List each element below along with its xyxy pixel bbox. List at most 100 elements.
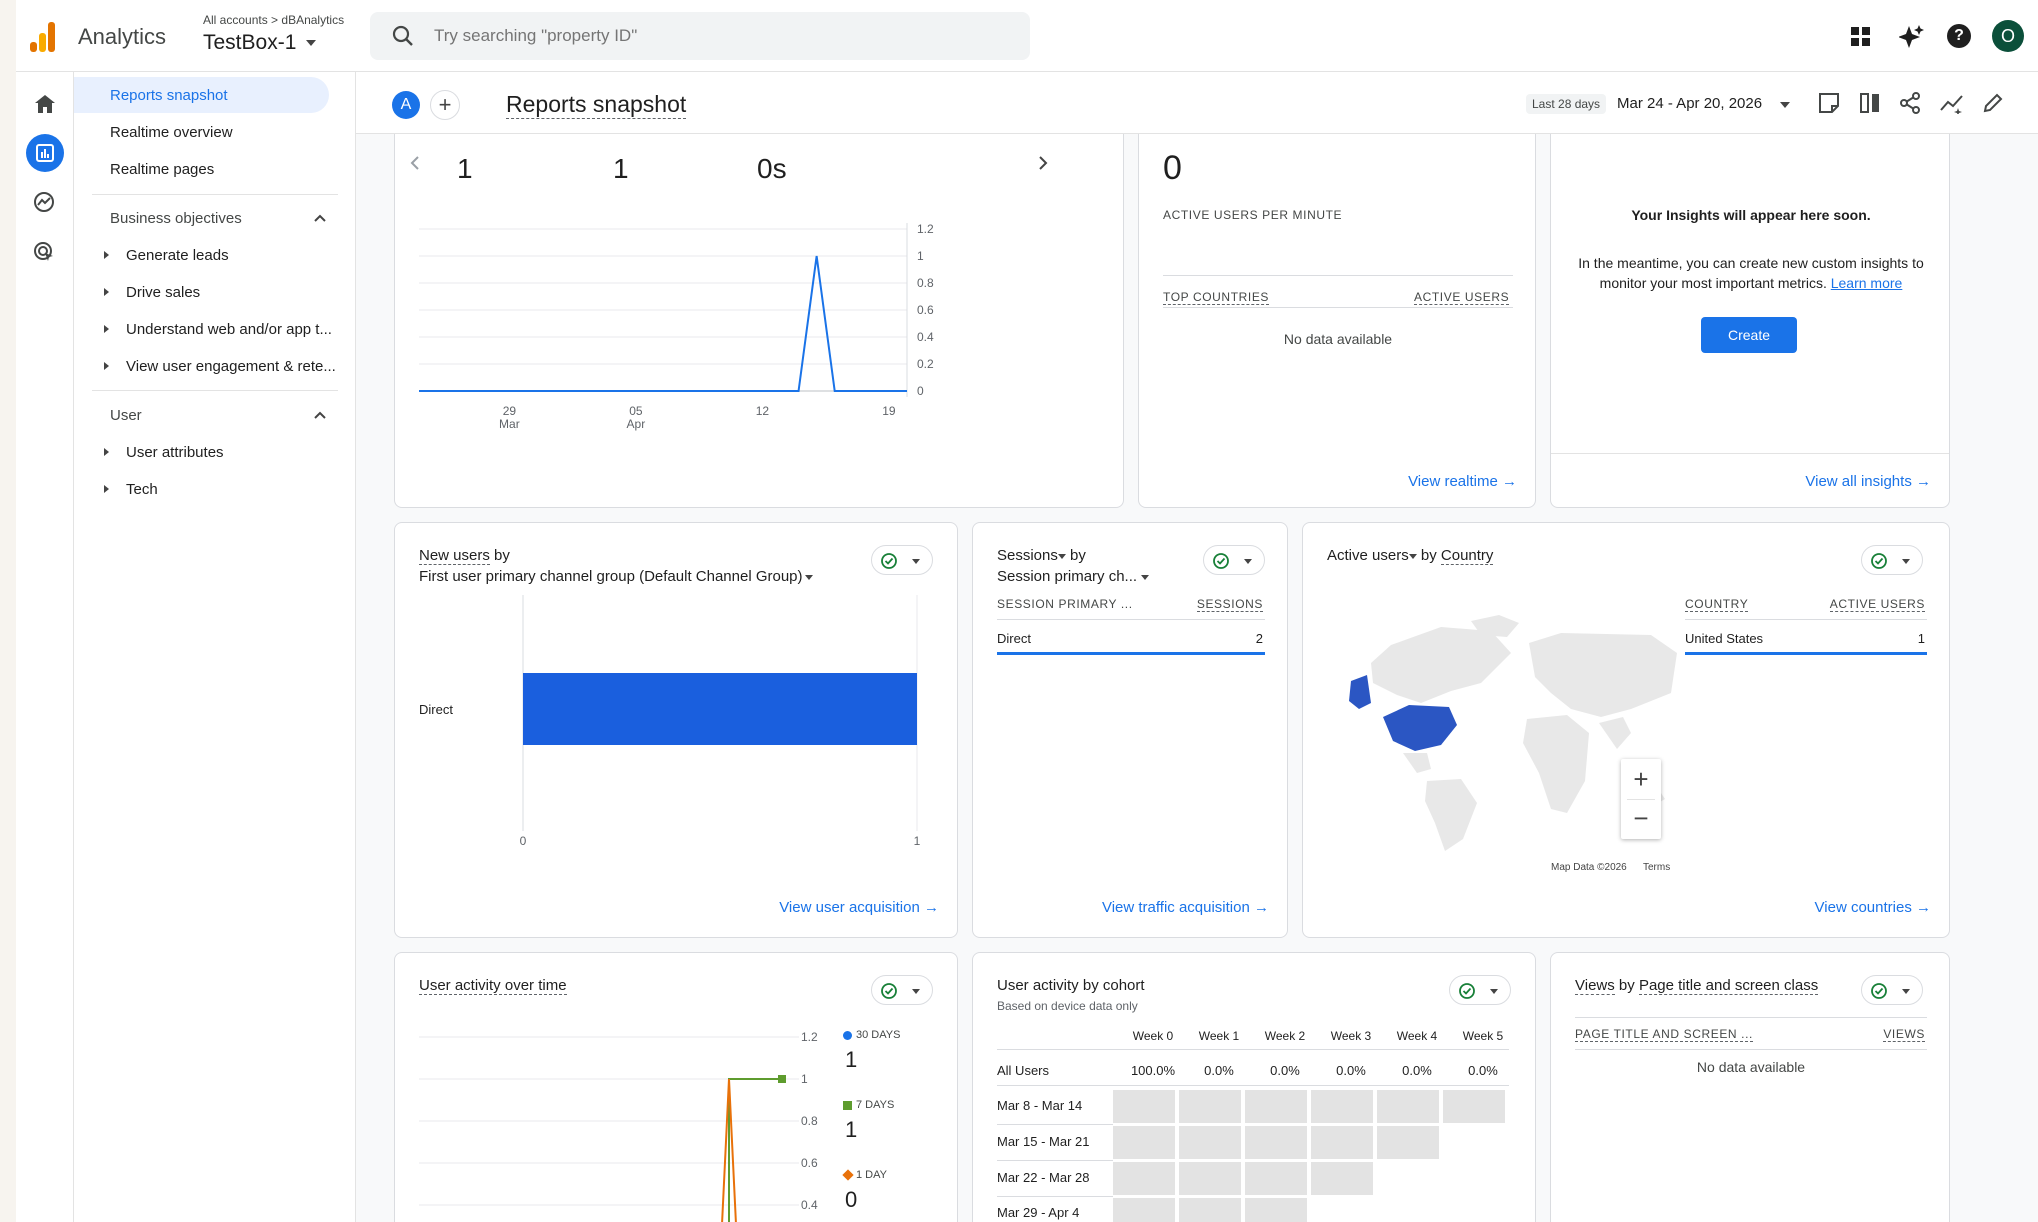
advertising-icon[interactable] — [33, 241, 55, 263]
nav-item-label[interactable]: Reports snapshot — [110, 87, 228, 104]
date-range-dropdown-icon[interactable] — [1780, 102, 1790, 108]
row-label: Mar 15 - Mar 21 — [997, 1134, 1090, 1149]
link-text[interactable]: View countries — [1815, 899, 1912, 916]
sessions-title[interactable]: Sessions by — [997, 547, 1086, 564]
cohort-cell[interactable] — [1311, 1126, 1373, 1159]
top-countries-header[interactable]: TOP COUNTRIES — [1163, 290, 1270, 305]
section-business-objectives[interactable]: Business objectives — [110, 210, 242, 227]
nav-item-user-attributes[interactable]: User attributes — [126, 444, 224, 461]
edit-pencil-icon[interactable] — [1982, 92, 2004, 114]
link-text[interactable]: View traffic acquisition — [1102, 899, 1250, 916]
avatar[interactable]: O — [1992, 20, 2024, 52]
column-header-views[interactable]: VIEWS — [1883, 1027, 1925, 1042]
cohort-cell[interactable] — [1245, 1198, 1307, 1222]
status-menu[interactable] — [1861, 975, 1923, 1005]
add-comparison-button[interactable]: + — [430, 90, 460, 120]
section-user[interactable]: User — [110, 407, 142, 424]
nav-item-user-engagement[interactable]: View user engagement & rete... — [126, 358, 336, 375]
cohort-cell[interactable] — [1311, 1162, 1373, 1195]
cohort-cell[interactable] — [1113, 1090, 1175, 1123]
dimension-selector[interactable]: Session primary ch... — [997, 568, 1150, 585]
active-users-header[interactable]: ACTIVE USERS — [1414, 290, 1510, 305]
column-header-dimension[interactable]: SESSION PRIMARY ... — [997, 597, 1133, 611]
cohort-cell[interactable] — [1245, 1126, 1307, 1159]
dimension-name[interactable]: Page title and screen class — [1638, 977, 1819, 995]
date-range-badge[interactable]: Last 28 days — [1526, 94, 1607, 114]
explore-icon[interactable] — [33, 191, 55, 213]
chevron-up-icon[interactable] — [314, 410, 326, 420]
compare-icon[interactable] — [1859, 92, 1881, 114]
breadcrumb[interactable]: All accounts > dBAnalytics — [203, 13, 344, 27]
nav-item-drive-sales[interactable]: Drive sales — [126, 284, 200, 301]
nav-item-tech[interactable]: Tech — [126, 481, 158, 498]
cohort-cell[interactable] — [1443, 1090, 1505, 1123]
map-terms-link[interactable]: Terms — [1643, 862, 1670, 873]
zoom-in-button[interactable]: + — [1621, 761, 1661, 799]
cohort-cell[interactable] — [1179, 1126, 1241, 1159]
metric-name[interactable]: Views — [1575, 977, 1615, 995]
status-menu[interactable] — [1861, 545, 1923, 575]
expand-arrow-icon[interactable] — [104, 325, 109, 333]
cohort-cell[interactable] — [1377, 1126, 1439, 1159]
sparkle-icon[interactable] — [1899, 24, 1925, 50]
notes-icon[interactable] — [1818, 92, 1840, 114]
metric-name[interactable]: Sessions — [997, 547, 1058, 564]
expand-arrow-icon[interactable] — [104, 362, 109, 370]
property-selector[interactable]: TestBox-1 — [203, 31, 317, 55]
insights-icon[interactable] — [1940, 92, 1964, 114]
cohort-cell[interactable] — [1113, 1126, 1175, 1159]
dimension-name[interactable]: Country — [1440, 547, 1494, 565]
nav-item-realtime-overview[interactable]: Realtime overview — [110, 124, 233, 141]
view-countries-link[interactable]: View countries → — [1815, 899, 1931, 916]
status-menu[interactable] — [871, 975, 933, 1005]
cohort-cell[interactable] — [1245, 1090, 1307, 1123]
date-range[interactable]: Mar 24 - Apr 20, 2026 — [1617, 95, 1762, 112]
help-icon[interactable]: ? — [1947, 24, 1971, 48]
view-traffic-acquisition-link[interactable]: View traffic acquisition → — [1102, 899, 1269, 916]
status-menu[interactable] — [1203, 545, 1265, 575]
link-text[interactable]: View all insights — [1805, 473, 1911, 490]
expand-arrow-icon[interactable] — [104, 485, 109, 493]
cohort-cell[interactable] — [1311, 1090, 1373, 1123]
nav-item-realtime-pages[interactable]: Realtime pages — [110, 161, 214, 178]
view-realtime-link[interactable]: View realtime → — [1408, 473, 1517, 490]
nav-item-generate-leads[interactable]: Generate leads — [126, 247, 229, 264]
cohort-cell[interactable] — [1113, 1162, 1175, 1195]
search-input[interactable] — [434, 24, 994, 48]
cohort-cell[interactable] — [1377, 1090, 1439, 1123]
expand-arrow-icon[interactable] — [104, 448, 109, 456]
zoom-out-button[interactable]: − — [1621, 800, 1661, 838]
dimension-name[interactable]: Session primary ch... — [997, 568, 1137, 585]
column-header-country[interactable]: COUNTRY — [1685, 597, 1749, 612]
share-icon[interactable] — [1899, 92, 1921, 114]
view-all-insights-link[interactable]: View all insights → — [1805, 473, 1931, 490]
analytics-logo-icon[interactable] — [30, 22, 56, 52]
cohort-cell[interactable] — [1113, 1198, 1175, 1222]
breadcrumb-accounts[interactable]: All accounts — [203, 13, 268, 27]
cohort-cell[interactable] — [1245, 1162, 1307, 1195]
expand-arrow-icon[interactable] — [104, 251, 109, 259]
view-user-acquisition-link[interactable]: View user acquisition → — [779, 899, 939, 916]
link-text[interactable]: View user acquisition — [779, 899, 920, 916]
column-header-sessions[interactable]: SESSIONS — [1196, 597, 1263, 612]
learn-more-link[interactable]: Learn more — [1831, 275, 1903, 291]
create-button[interactable]: Create — [1701, 317, 1797, 353]
comparison-chip[interactable]: A — [392, 91, 420, 119]
link-text[interactable]: View realtime — [1408, 473, 1498, 490]
expand-arrow-icon[interactable] — [104, 288, 109, 296]
metric-name[interactable]: Active users — [1327, 547, 1409, 564]
search-bar[interactable] — [370, 12, 1030, 60]
cohort-cell[interactable] — [1179, 1198, 1241, 1222]
reports-icon[interactable] — [26, 134, 64, 172]
column-header-page-title[interactable]: PAGE TITLE AND SCREEN ... — [1575, 1027, 1753, 1042]
countries-title[interactable]: Active users by Country — [1327, 547, 1494, 565]
column-header-active-users[interactable]: ACTIVE USERS — [1829, 597, 1925, 612]
cohort-cell[interactable] — [1179, 1090, 1241, 1123]
cohort-cell[interactable] — [1179, 1162, 1241, 1195]
new-users-bar-chart: Direct 0 1 — [419, 595, 921, 848]
breadcrumb-account[interactable]: dBAnalytics — [281, 13, 344, 27]
nav-item-understand-web[interactable]: Understand web and/or app t... — [126, 321, 332, 338]
home-icon[interactable] — [34, 94, 56, 114]
apps-grid-icon[interactable] — [1851, 27, 1871, 47]
chevron-up-icon[interactable] — [314, 213, 326, 223]
